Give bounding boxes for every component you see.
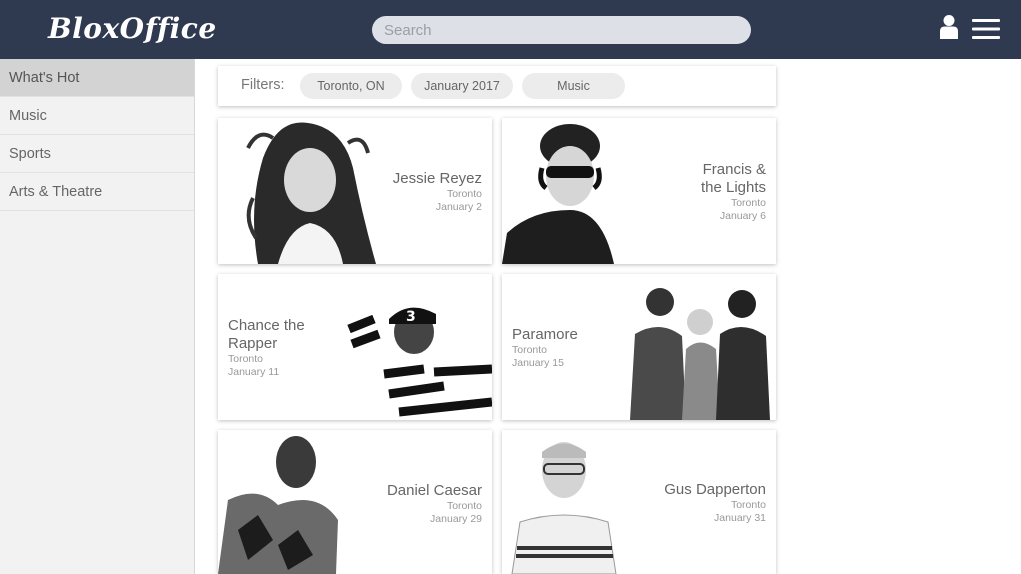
user-icon[interactable]	[937, 14, 961, 40]
svg-text:3: 3	[406, 309, 416, 325]
event-date: January 2	[435, 201, 482, 213]
event-name: Jessie Reyez	[392, 170, 482, 187]
event-info: Chance the Rapper Toronto January 11	[228, 317, 323, 379]
logo[interactable]: BloxOffice	[48, 12, 217, 45]
sidebar-item-whats-hot[interactable]: What's Hot	[0, 59, 194, 97]
event-info: Paramore Toronto January 15	[512, 326, 578, 370]
event-date: January 11	[228, 366, 280, 378]
event-card[interactable]: Paramore Toronto January 15	[502, 274, 776, 420]
event-city: Toronto	[512, 344, 548, 356]
search-input[interactable]	[372, 16, 751, 44]
event-name: Paramore	[512, 326, 578, 343]
artist-photo	[630, 288, 770, 420]
event-name: Daniel Caesar	[386, 482, 482, 499]
sidebar-item-arts-theatre[interactable]: Arts & Theatre	[0, 173, 194, 211]
event-name: Francis & the Lights	[700, 161, 766, 196]
event-date: January 31	[714, 512, 766, 524]
event-date: January 29	[430, 513, 482, 525]
artist-photo	[218, 436, 338, 574]
event-info: Gus Dapperton Toronto January 31	[664, 481, 766, 525]
category-sidebar: What's Hot Music Sports Arts & Theatre	[0, 59, 195, 574]
event-info: Jessie Reyez Toronto January 2	[393, 170, 482, 214]
sidebar-item-music[interactable]: Music	[0, 97, 194, 135]
sidebar-item-sports[interactable]: Sports	[0, 135, 194, 173]
filters-label: Filters:	[241, 77, 285, 93]
event-info: Daniel Caesar Toronto January 29	[387, 482, 482, 526]
event-card[interactable]: Daniel Caesar Toronto January 29	[218, 430, 492, 574]
event-name: Chance the Rapper	[228, 317, 305, 352]
event-card[interactable]: Jessie Reyez Toronto January 2	[218, 118, 492, 264]
event-city: Toronto	[446, 500, 482, 512]
filters-bar: Filters: Toronto, ON January 2017 Music	[218, 66, 776, 106]
event-date: January 6	[719, 210, 766, 222]
artist-photo	[502, 124, 614, 264]
filter-chip-location[interactable]: Toronto, ON	[300, 73, 402, 99]
event-card[interactable]: Gus Dapperton Toronto January 31	[502, 430, 776, 574]
event-city: Toronto	[730, 197, 766, 209]
top-navigation-bar: BloxOffice	[0, 0, 1021, 59]
event-name: Gus Dapperton	[664, 481, 766, 498]
artist-photo	[511, 442, 617, 574]
event-card[interactable]: Francis & the Lights Toronto January 6	[502, 118, 776, 264]
event-date: January 15	[512, 357, 564, 369]
artist-photo	[246, 122, 376, 264]
event-info: Francis & the Lights Toronto January 6	[686, 161, 766, 223]
filter-chip-category[interactable]: Music	[522, 73, 625, 99]
hamburger-menu-icon[interactable]	[972, 18, 1000, 40]
event-card[interactable]: Chance the Rapper Toronto January 11 3	[218, 274, 492, 420]
event-city: Toronto	[730, 499, 766, 511]
event-city: Toronto	[228, 353, 264, 365]
artist-photo: 3	[347, 307, 492, 420]
filter-chip-date[interactable]: January 2017	[411, 73, 513, 99]
event-city: Toronto	[446, 188, 482, 200]
